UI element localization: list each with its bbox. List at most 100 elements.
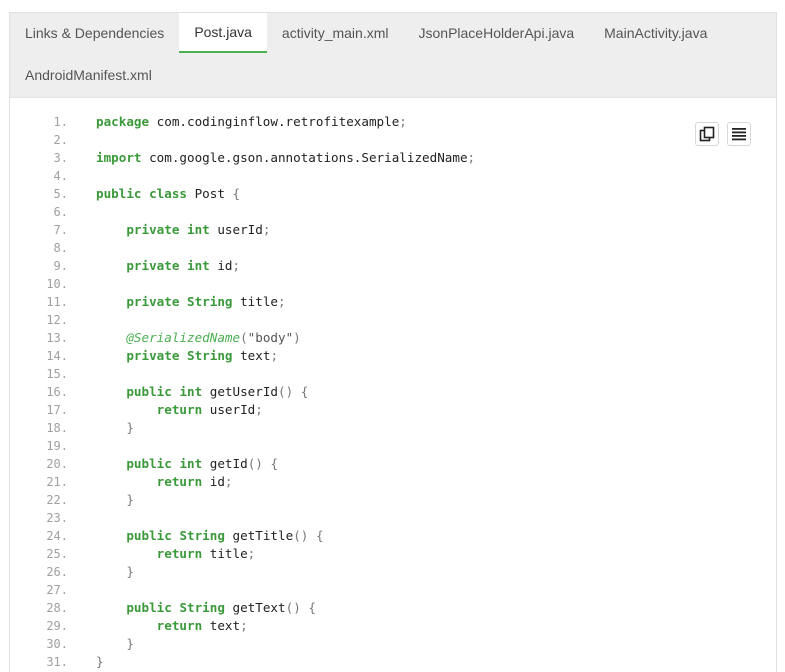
code-line: 23. [10,509,776,527]
tab-mainactivity-java[interactable]: MainActivity.java [589,13,722,53]
copy-button[interactable] [695,122,719,146]
line-source [68,131,776,149]
code-line: 9. private int id; [10,257,776,275]
line-number: 27. [46,583,68,597]
code-line: 4. [10,167,776,185]
code-line: 20. public int getId() { [10,455,776,473]
line-source: import com.google.gson.annotations.Seria… [96,150,476,165]
view-raw-button[interactable] [727,122,751,146]
code-line: 1. package com.codinginflow.retrofitexamp… [10,113,776,131]
code-line: 25. return title; [10,545,776,563]
tab-androidmanifest-xml[interactable]: AndroidManifest.xml [10,55,167,95]
line-source [68,203,776,221]
line-source [68,509,776,527]
line-source: private int userId; [126,222,271,237]
line-number: 12. [46,313,68,327]
code-line: 16. public int getUserId() { [10,383,776,401]
line-source: private String title; [126,294,286,309]
tab-links-dependencies[interactable]: Links & Dependencies [10,13,179,53]
code-toolbar [695,122,751,146]
line-source [68,275,776,293]
code-line: 11. private String title; [10,293,776,311]
line-number: 29. [46,619,68,633]
code-line: 2. [10,131,776,149]
line-number: 19. [46,439,68,453]
code-viewer: 1. package com.codinginflow.retrofitexamp… [10,98,776,672]
line-number: 31. [46,655,68,669]
code-line: 15. [10,365,776,383]
line-source: public String getText() { [126,600,316,615]
line-number: 26. [46,565,68,579]
line-number: 5. [53,187,68,201]
code-line: 17. return userId; [10,401,776,419]
code-line: 6. [10,203,776,221]
code-line: 26. } [10,563,776,581]
code-line: 3. import com.google.gson.annotations.Ser… [10,149,776,167]
line-number: 16. [46,385,68,399]
line-source [68,581,776,599]
line-number: 17. [46,403,68,417]
line-source: public int getUserId() { [126,384,309,399]
line-number: 13. [46,331,68,345]
code-line: 22. } [10,491,776,509]
code-line: 13. @SerializedName("body") [10,329,776,347]
file-tab-bar: Links & Dependencies Post.java activity_… [10,13,776,98]
line-source [68,365,776,383]
view-raw-icon [732,128,746,141]
tab-post-java[interactable]: Post.java [179,13,267,53]
line-source [68,239,776,257]
line-number: 4. [53,169,68,183]
line-number: 1. [53,115,68,129]
line-number: 23. [46,511,68,525]
code-line: 10. [10,275,776,293]
code-line: 5. public class Post { [10,185,776,203]
code-line: 14. private String text; [10,347,776,365]
line-source: return userId; [156,402,263,417]
line-source: } [96,654,104,669]
line-source: } [126,564,134,579]
code-line: 7. private int userId; [10,221,776,239]
line-source: } [126,492,134,507]
line-number: 3. [53,151,68,165]
code-line: 30. } [10,635,776,653]
line-number: 10. [46,277,68,291]
line-number: 25. [46,547,68,561]
line-source [68,437,776,455]
line-source: return text; [156,618,248,633]
code-line: 27. [10,581,776,599]
code-line: 19. [10,437,776,455]
line-source: public class Post { [96,186,241,201]
line-number: 14. [46,349,68,363]
line-number: 15. [46,367,68,381]
line-number: 11. [46,295,68,309]
line-source: private int id; [126,258,241,273]
line-source: private String text; [126,348,279,363]
line-source: } [126,636,134,651]
code-line: 18. } [10,419,776,437]
line-number: 28. [46,601,68,615]
code-line: 28. public String getText() { [10,599,776,617]
code-line: 31.} [10,653,776,671]
line-number: 7. [53,223,68,237]
tab-jsonplaceholderapi-java[interactable]: JsonPlaceHolderApi.java [404,13,590,53]
line-number: 20. [46,457,68,471]
code-line: 29. return text; [10,617,776,635]
code-line: 8. [10,239,776,257]
line-source: } [126,420,134,435]
copy-icon [699,126,715,142]
line-number: 9. [53,259,68,273]
code-listing: 1. package com.codinginflow.retrofitexamp… [10,113,776,671]
line-number: 21. [46,475,68,489]
tab-row-2: AndroidManifest.xml [10,55,167,95]
line-source: return title; [156,546,256,561]
code-line: 12. [10,311,776,329]
line-source [68,311,776,329]
tab-activity-main-xml[interactable]: activity_main.xml [267,13,404,53]
line-source: @SerializedName("body") [126,330,301,345]
line-number: 24. [46,529,68,543]
line-source: public String getTitle() { [126,528,324,543]
line-number: 8. [53,241,68,255]
line-source: public int getId() { [126,456,279,471]
line-number: 18. [46,421,68,435]
line-number: 30. [46,637,68,651]
